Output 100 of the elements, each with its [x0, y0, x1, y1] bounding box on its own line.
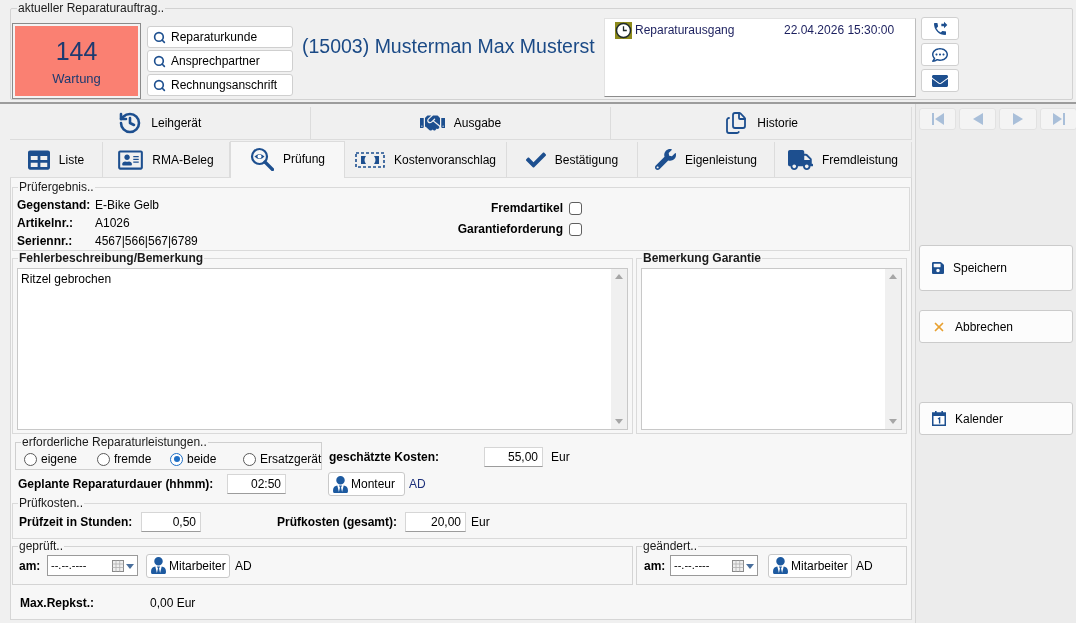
customer-title: (15003) Musterman Max Musterst	[302, 34, 596, 58]
chat-button[interactable]	[921, 43, 959, 66]
order-number: 144	[55, 36, 98, 65]
event-name: Reparaturausgang	[635, 22, 736, 39]
assignee-initials: AD	[856, 557, 873, 575]
field-label: Seriennr.:	[17, 233, 74, 250]
date-field[interactable]: --.--.----	[47, 555, 138, 576]
radio-button[interactable]	[97, 452, 110, 466]
checkbox-label: Fremdartikel	[490, 200, 563, 217]
group-title: geändert..	[642, 540, 699, 553]
input-field[interactable]: 20,00	[405, 512, 466, 532]
radio-button[interactable]	[170, 452, 183, 466]
employee-button[interactable]: Mitarbeiter	[768, 553, 852, 578]
unit-label: Eur	[551, 450, 570, 464]
phone-icon	[932, 20, 948, 37]
radio-button[interactable]	[24, 452, 37, 466]
group-title: Prüfkosten..	[18, 497, 85, 510]
id-card-icon	[118, 148, 144, 171]
table-icon	[27, 148, 50, 171]
lookup-button[interactable]: Rechnungsanschrift	[147, 74, 293, 96]
field-label: Prüfzeit in Stunden:	[19, 514, 134, 531]
field-label: Max.Repkst.:	[20, 595, 96, 612]
tab[interactable]: Historie	[611, 107, 912, 140]
group-title: Bemerkung Garantie	[642, 252, 763, 265]
scroll-up-arrow-icon[interactable]	[615, 274, 623, 279]
checkbox-label: Garantieforderung	[457, 221, 563, 238]
group-title: Prüfergebnis..	[18, 181, 95, 194]
tab[interactable]: Prüfung	[230, 141, 345, 178]
mail-icon	[932, 72, 948, 89]
last-record-icon	[1052, 113, 1065, 125]
first-record-icon	[931, 113, 944, 125]
radio-button[interactable]	[243, 452, 256, 466]
tab[interactable]: Fremdleistung	[775, 142, 912, 178]
field-label: am:	[644, 557, 667, 575]
person-icon	[333, 475, 348, 493]
radio-label: fremde	[114, 451, 152, 468]
action-button[interactable]: Speichern	[919, 245, 1073, 291]
radio-label: Ersatzgerät	[260, 451, 322, 468]
assignee-initials: AD	[409, 476, 426, 493]
group-title: geprüft..	[18, 540, 65, 553]
phone-button[interactable]	[921, 17, 959, 40]
date-field[interactable]: --.--.----	[670, 555, 758, 576]
chat-icon	[932, 46, 948, 63]
handshake-icon	[419, 113, 445, 133]
input-field[interactable]: 0,50	[141, 512, 201, 532]
group-title: erforderliche Reparaturleistungen..	[21, 436, 208, 449]
magnifier-eye-icon	[250, 146, 274, 171]
tab[interactable]: Kostenvoranschlag	[345, 142, 507, 178]
tab[interactable]: RMA-Beleg	[103, 142, 230, 178]
next-record-icon	[1013, 113, 1023, 125]
field-value: 4567|566|567|6789	[95, 233, 198, 250]
search-icon	[153, 78, 166, 92]
radio-label: eigene	[41, 451, 78, 468]
action-button[interactable]: Kalender	[919, 402, 1073, 435]
lookup-button[interactable]: Reparaturkunde	[147, 26, 293, 48]
field-value: A1026	[95, 215, 130, 232]
mail-button[interactable]	[921, 69, 959, 92]
checkbox[interactable]	[569, 201, 582, 215]
tab[interactable]: Leihgerät	[10, 107, 311, 140]
lookup-button[interactable]: Ansprechpartner	[147, 50, 293, 72]
group-title: Fehlerbeschreibung/Bemerkung	[18, 252, 205, 265]
field-value: E-Bike Gelb	[95, 197, 160, 214]
person-icon	[151, 557, 166, 574]
search-icon	[153, 54, 166, 68]
scrollbar[interactable]	[885, 269, 901, 429]
tab[interactable]: Bestätigung	[507, 142, 638, 178]
employee-button[interactable]: Monteur	[328, 472, 405, 496]
truck-icon	[788, 149, 813, 170]
text-area[interactable]: Ritzel gebrochen	[17, 268, 628, 430]
calendar-dropdown-icon	[732, 559, 754, 572]
scroll-down-arrow-icon[interactable]	[889, 419, 897, 424]
unit-label: Eur	[471, 514, 490, 531]
employee-button[interactable]: Mitarbeiter	[146, 553, 230, 578]
field-label: geschätzte Kosten:	[329, 450, 441, 464]
field-label: Prüfkosten (gesamt):	[277, 514, 399, 531]
status-label: Wartung	[52, 70, 101, 86]
previous-record-icon	[972, 113, 983, 125]
group-title: aktueller Reparaturauftrag..	[17, 2, 166, 15]
assignee-initials: AD	[235, 557, 252, 575]
clock-icon	[615, 21, 632, 39]
person-icon	[773, 557, 788, 574]
scrollbar[interactable]	[611, 269, 627, 429]
field-label: am:	[19, 557, 42, 575]
tab[interactable]: Eigenleistung	[638, 142, 775, 178]
scroll-up-arrow-icon[interactable]	[889, 274, 897, 279]
input-field[interactable]: 02:50	[227, 474, 286, 494]
checkbox[interactable]	[569, 222, 582, 236]
event-datetime: 22.04.2026 15:30:00	[784, 22, 895, 39]
scroll-down-arrow-icon[interactable]	[615, 419, 623, 424]
tab[interactable]: Ausgabe	[310, 107, 612, 140]
input-field[interactable]: 55,00	[484, 447, 543, 467]
documents-icon	[724, 111, 749, 135]
action-button[interactable]: Abbrechen	[919, 310, 1073, 343]
radio-label: beide	[187, 451, 217, 468]
history-icon	[118, 111, 143, 135]
banknote-icon	[354, 151, 385, 168]
calendar-icon	[932, 411, 946, 426]
text-area[interactable]	[641, 268, 902, 430]
tab[interactable]: Liste	[10, 142, 103, 178]
field-label: Artikelnr.:	[17, 215, 74, 232]
